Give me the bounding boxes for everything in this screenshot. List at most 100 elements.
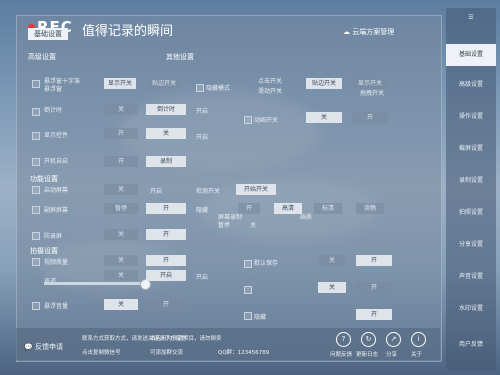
hide-label: 隐藏: [196, 207, 209, 214]
launch-off[interactable]: 关: [104, 184, 138, 195]
feedback-icon-label: 问题反馈: [330, 352, 353, 358]
anim-on[interactable]: 开: [352, 112, 388, 123]
overlay-sublabel: 悬浮窗: [44, 86, 63, 93]
open-source-note: 本应用为开源项目，请勿倒卖: [150, 336, 222, 342]
secondary-checkbox[interactable]: [32, 206, 40, 214]
sidebar-item-feedback[interactable]: 用户反馈: [446, 336, 496, 354]
quality-standard[interactable]: 标清: [314, 203, 342, 214]
tab-other[interactable]: 其他设置: [166, 52, 194, 62]
start-toggle[interactable]: 开始开关: [236, 184, 276, 195]
launch-label: 启动屏幕: [44, 187, 69, 194]
launch-checkbox[interactable]: [32, 186, 40, 194]
secondary-on[interactable]: 开: [146, 203, 186, 214]
sidebar-item-basic[interactable]: 基础设置: [446, 44, 496, 66]
cloud-plan-button[interactable]: ☁ 云端方案管理: [343, 27, 394, 37]
hidden-label: 隐藏: [254, 314, 267, 321]
sidebar-item-operation[interactable]: 操作设置: [446, 108, 496, 126]
share-icon-label: 分享: [386, 352, 398, 358]
overlay-edge-toggle[interactable]: 贴边开关: [148, 78, 180, 89]
sidebar-item-screenshot[interactable]: 截屏设置: [446, 140, 496, 158]
channel-off[interactable]: 关: [104, 270, 138, 281]
sidebar-item-record[interactable]: 录制设置: [446, 172, 496, 190]
countdown-label: 倒计时: [44, 107, 63, 114]
detect-toggle-label: 检测开关: [196, 188, 221, 195]
app-title: 值得记录的瞬间: [82, 24, 174, 39]
tab-basic[interactable]: 基础设置: [28, 28, 68, 40]
feature-section-title: 功能设置: [30, 175, 58, 183]
video-quality-on[interactable]: 开: [146, 255, 186, 266]
group-note: 可添加群交流: [150, 350, 184, 356]
hidden-checkbox[interactable]: [244, 312, 252, 320]
shoot-section-title: 拍摄设置: [30, 247, 58, 255]
secondary-pause[interactable]: 暂停: [104, 203, 138, 214]
menu-icon[interactable]: ☰: [446, 10, 496, 26]
countdown-checkbox[interactable]: [32, 108, 40, 116]
countdown-on[interactable]: 倒计时: [146, 104, 186, 115]
controls-label: 显示控件: [44, 132, 69, 139]
auto-off[interactable]: 关: [318, 282, 346, 293]
default-save-checkbox[interactable]: [244, 260, 252, 268]
controls-enable-label: 开启: [196, 134, 209, 141]
edge-switch[interactable]: 贴边开关: [306, 78, 342, 89]
video-quality-off[interactable]: 关: [104, 255, 138, 266]
quality-high[interactable]: 高清: [274, 203, 302, 214]
changelog-icon-label: 更新日志: [356, 352, 379, 358]
anim-label: 动画开关: [254, 117, 279, 124]
sidebar-item-share[interactable]: 分享设置: [446, 236, 496, 254]
tab-advanced[interactable]: 高级设置: [28, 52, 56, 62]
float-volume-off[interactable]: 关: [104, 299, 138, 310]
float-volume-checkbox[interactable]: [32, 302, 40, 310]
slide-toggle-label: 滑动开关: [258, 88, 283, 95]
auto-checkbox[interactable]: [244, 286, 252, 294]
anim-checkbox[interactable]: [244, 116, 252, 124]
float-volume-on[interactable]: 开: [146, 299, 186, 310]
anti-record-label: 防录屏: [44, 233, 63, 240]
channel-on[interactable]: 开启: [146, 270, 186, 281]
video-quality-checkbox[interactable]: [32, 258, 40, 266]
about-icon[interactable]: i: [411, 332, 426, 347]
channel-enable-label: 开启: [196, 274, 209, 281]
default-save-label: 默认保存: [254, 260, 279, 267]
hidden-on[interactable]: 开: [356, 309, 392, 320]
controls-off[interactable]: 关: [146, 128, 186, 139]
changelog-icon[interactable]: ↻: [361, 332, 376, 347]
anim-off[interactable]: 关: [306, 112, 342, 123]
float-volume-label: 悬浮音量: [44, 303, 69, 310]
quality-smooth[interactable]: 流畅: [356, 203, 384, 214]
pause-label: 暂停: [218, 222, 231, 229]
about-icon-label: 关于: [411, 352, 423, 358]
default-save-off[interactable]: 关: [318, 255, 346, 266]
anti-record-on[interactable]: 开: [146, 229, 186, 240]
hide-mode-checkbox[interactable]: [196, 84, 204, 92]
off-label: 关: [250, 222, 257, 229]
overlay-checkbox[interactable]: [32, 80, 40, 88]
sidebar-item-advanced[interactable]: 高级设置: [446, 76, 496, 94]
autostart-label: 开机自启: [44, 158, 69, 165]
anti-record-checkbox[interactable]: [32, 232, 40, 240]
autostart-on[interactable]: 开: [104, 156, 138, 167]
feedback-link[interactable]: 💬 反馈申请: [24, 342, 63, 352]
qq-group[interactable]: QQ群：123456789: [218, 348, 269, 356]
autostart-checkbox[interactable]: [32, 158, 40, 166]
drag-toggle-label: 拖拽开关: [360, 90, 385, 97]
feedback-icon[interactable]: ?: [336, 332, 351, 347]
channel-slider[interactable]: [44, 282, 144, 285]
sidebar-item-watermark[interactable]: 水印设置: [446, 300, 496, 318]
overlay-show-toggle[interactable]: 显示开关: [104, 78, 136, 89]
controls-on[interactable]: 开: [104, 128, 138, 139]
video-quality-label: 视频质量: [44, 259, 69, 266]
cloud-icon: ☁: [343, 28, 350, 36]
controls-checkbox[interactable]: [32, 132, 40, 140]
sidebar-item-sound[interactable]: 声音设置: [446, 268, 496, 286]
enable-label: 开启: [196, 108, 209, 115]
launch-enable-label: 开启: [150, 188, 163, 195]
anti-record-off[interactable]: 关: [104, 229, 138, 240]
auto-on[interactable]: 开: [356, 282, 392, 293]
share-icon[interactable]: ↗: [386, 332, 401, 347]
chat-icon: 💬: [24, 343, 33, 351]
record-button[interactable]: 录制: [146, 156, 186, 167]
countdown-off[interactable]: 关: [104, 104, 138, 115]
sidebar-item-photo[interactable]: 拍照设置: [446, 204, 496, 222]
default-save-on[interactable]: 开: [356, 255, 392, 266]
copy-wechat[interactable]: 点击复制微信号: [82, 348, 121, 356]
